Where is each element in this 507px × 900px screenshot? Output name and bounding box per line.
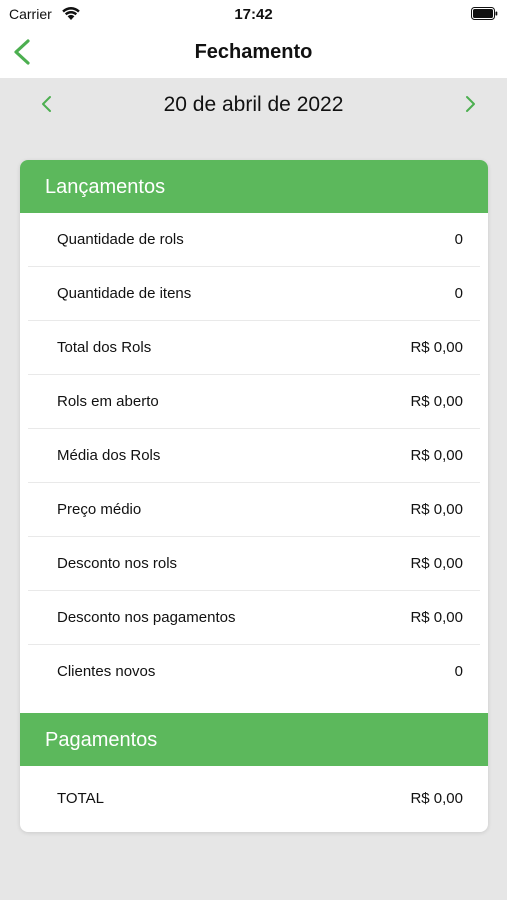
list-item: Quantidade de itens 0	[28, 267, 480, 321]
row-label: Quantidade de itens	[57, 285, 192, 302]
list-item: Desconto nos pagamentos R$ 0,00	[28, 591, 480, 645]
row-label: TOTAL	[57, 790, 104, 807]
row-value: R$ 0,00	[410, 790, 463, 807]
row-value: R$ 0,00	[410, 447, 463, 464]
row-label: Clientes novos	[57, 663, 156, 680]
list-item: TOTAL R$ 0,00	[28, 766, 480, 832]
row-label: Preço médio	[57, 501, 142, 518]
list-item: Desconto nos rols R$ 0,00	[28, 537, 480, 591]
list-item: Clientes novos 0	[28, 645, 480, 699]
row-value: 0	[454, 285, 463, 302]
date-selector: 20 de abril de 2022	[0, 78, 507, 132]
row-label: Quantidade de rols	[57, 231, 184, 248]
page-title: Fechamento	[194, 41, 313, 63]
status-bar: Carrier 17:42	[0, 0, 507, 28]
row-value: R$ 0,00	[410, 555, 463, 572]
battery-icon	[471, 7, 498, 20]
section-header-payments: Pagamentos	[20, 713, 488, 766]
row-value: 0	[454, 231, 463, 248]
list-item: Preço médio R$ 0,00	[28, 483, 480, 537]
navigation-bar: Fechamento	[0, 28, 507, 78]
list-item: Quantidade de rols 0	[28, 213, 480, 267]
row-value: R$ 0,00	[410, 339, 463, 356]
summary-card: Lançamentos Quantidade de rols 0 Quantid…	[20, 160, 488, 832]
payments-list: TOTAL R$ 0,00	[20, 766, 488, 832]
row-label: Média dos Rols	[57, 447, 161, 464]
list-item: Total dos Rols R$ 0,00	[28, 321, 480, 375]
row-value: R$ 0,00	[410, 393, 463, 410]
status-time: 17:42	[234, 6, 273, 23]
row-label: Desconto nos rols	[57, 555, 178, 572]
row-value: R$ 0,00	[410, 501, 463, 518]
row-value: 0	[454, 663, 463, 680]
row-label: Desconto nos pagamentos	[57, 609, 236, 626]
section-header-launches: Lançamentos	[20, 160, 488, 213]
row-value: R$ 0,00	[410, 609, 463, 626]
row-label: Total dos Rols	[57, 339, 152, 356]
row-label: Rols em aberto	[57, 393, 159, 410]
list-item: Média dos Rols R$ 0,00	[28, 429, 480, 483]
next-date-button[interactable]	[459, 93, 481, 115]
current-date: 20 de abril de 2022	[163, 93, 344, 116]
list-item: Rols em aberto R$ 0,00	[28, 375, 480, 429]
launches-list: Quantidade de rols 0 Quantidade de itens…	[20, 213, 488, 713]
